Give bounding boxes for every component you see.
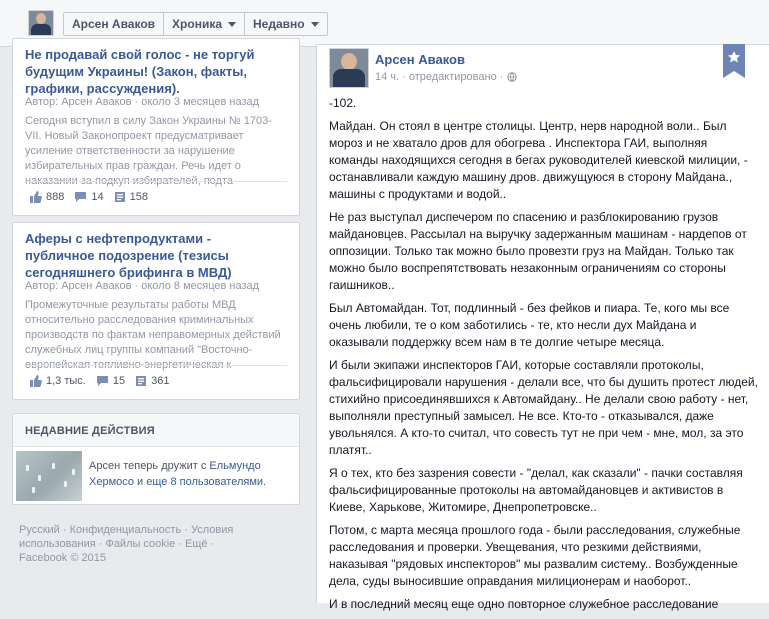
share-count: 158 xyxy=(129,191,148,203)
post-timestamp[interactable]: 14 ч. · отредактировано · xyxy=(375,71,503,83)
recent-activity-header: НЕДАВНИЕ ДЕЙСТВИЯ xyxy=(13,414,299,447)
note-card: Аферы с нефтепродуктами - публичное подо… xyxy=(12,222,300,400)
crumb-profile-name[interactable]: Арсен Аваков xyxy=(64,13,165,35)
comment-count: 14 xyxy=(91,191,104,203)
caret-down-icon xyxy=(228,21,237,27)
note-stats: 888 14 158 xyxy=(29,191,154,203)
post-paragraph: Был Автомайдан. Тот, подлинный - без фей… xyxy=(329,301,730,349)
profile-avatar-small[interactable] xyxy=(28,10,54,36)
crumb-timeline-dropdown[interactable]: Хроника xyxy=(164,13,246,35)
share-icon[interactable] xyxy=(114,191,126,203)
like-count: 1,3 тыс. xyxy=(46,375,86,387)
post-paragraph: Я о тех, кто без зазрения совести - "дел… xyxy=(329,466,743,514)
recent-activity-box: НЕДАВНИЕ ДЕЙСТВИЯ Арсен теперь дружит с … xyxy=(12,413,300,505)
footer-links[interactable]: Русский · Конфиденциальность · Условия и… xyxy=(19,523,249,565)
note-title[interactable]: Аферы с нефтепродуктами - публичное подо… xyxy=(25,230,275,281)
post-paragraph: Майдан. Он стоял в центре столицы. Центр… xyxy=(329,119,748,201)
note-excerpt: Промежуточные результаты работы МВД отно… xyxy=(25,299,281,371)
timeline-post: Арсен Аваков 14 ч. · отредактировано · -… xyxy=(316,44,769,611)
caret-down-icon xyxy=(310,21,319,27)
like-icon[interactable] xyxy=(29,375,42,387)
like-icon[interactable] xyxy=(29,191,42,203)
post-paragraph: Потом, с марта месяца прошлого года - бы… xyxy=(329,523,741,588)
recent-activity-title: НЕДАВНИЕ ДЕЙСТВИЯ xyxy=(25,425,155,437)
post-meta: 14 ч. · отредактировано · xyxy=(375,71,518,83)
divider xyxy=(25,365,287,366)
post-body: -102. Майдан. Он стоял в центре столицы.… xyxy=(329,95,759,619)
post-author-avatar[interactable] xyxy=(329,48,369,88)
post-paragraph: И в последний месяц еще одно повторное с… xyxy=(329,597,719,611)
note-excerpt: Сегодня вступил в силу Закон Украины № 1… xyxy=(25,115,272,187)
post-author-name[interactable]: Арсен Аваков xyxy=(375,52,465,67)
crumb-recent-dropdown[interactable]: Недавно xyxy=(245,13,327,35)
others-link[interactable]: еще 8 пользователями xyxy=(146,476,263,488)
note-meta: Автор: Арсен Аваков · около 8 месяцев на… xyxy=(25,280,260,292)
friends-photo-thumbnail[interactable] xyxy=(16,451,82,501)
divider xyxy=(25,181,287,182)
timeline-navigation: Арсен Аваков Хроника Недавно xyxy=(63,12,328,36)
share-icon[interactable] xyxy=(135,375,147,387)
like-count: 888 xyxy=(46,191,65,203)
post-paragraph: И были экипажи инспекторов ГАИ, которые … xyxy=(329,358,758,457)
comment-icon[interactable] xyxy=(96,375,109,387)
note-stats: 1,3 тыс. 15 361 xyxy=(29,375,175,387)
comment-count: 15 xyxy=(112,375,126,387)
post-paragraph: Не раз выступал диспечером по спасению и… xyxy=(329,210,747,292)
note-card: Не продавай свой голос - не торгуй будущ… xyxy=(12,38,300,216)
comment-icon[interactable] xyxy=(74,191,87,203)
globe-icon[interactable] xyxy=(507,72,518,82)
recent-activity-text: Арсен теперь дружит с Ельмундо Хермосо и… xyxy=(89,460,267,488)
star-ribbon-icon[interactable] xyxy=(723,44,745,78)
post-paragraph: -102. xyxy=(329,96,357,110)
share-count: 361 xyxy=(151,375,170,387)
note-meta: Автор: Арсен Аваков · около 3 месяцев на… xyxy=(25,96,260,108)
note-title[interactable]: Не продавай свой голос - не торгуй будущ… xyxy=(25,46,275,97)
